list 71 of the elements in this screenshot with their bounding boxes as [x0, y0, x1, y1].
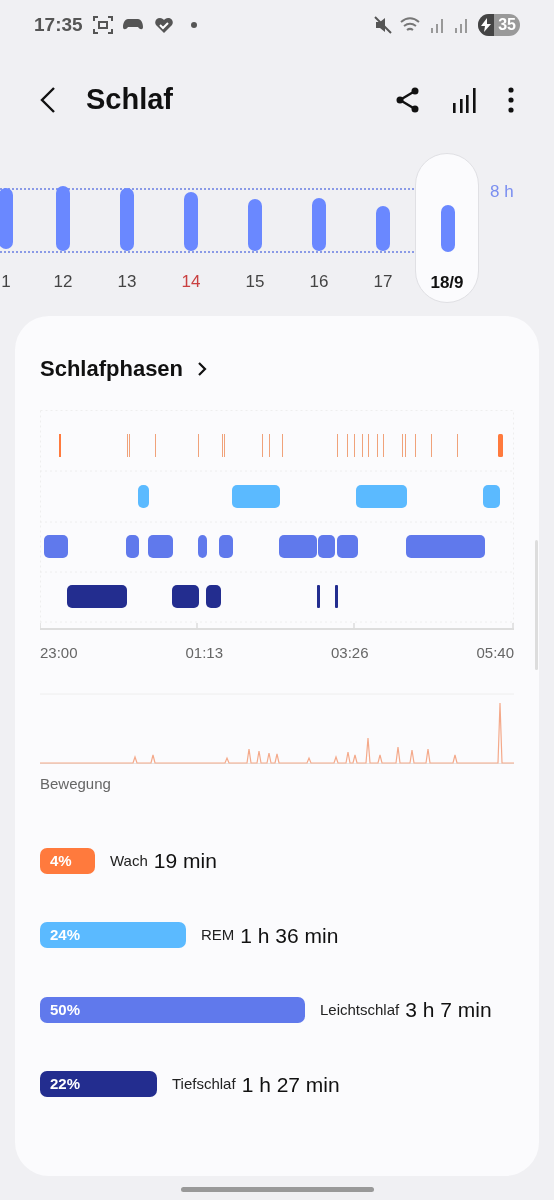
- stage-share-bar: 22%: [40, 1071, 157, 1098]
- day-column[interactable]: 16: [287, 153, 351, 303]
- share-icon: [396, 87, 420, 113]
- day-column[interactable]: 13: [95, 153, 159, 303]
- sleep-stage-segment: [148, 535, 173, 558]
- stage-name: REM: [201, 925, 235, 945]
- day-label: 13: [116, 271, 138, 293]
- day-label: 17: [372, 271, 394, 293]
- sleep-stage-segment: [219, 535, 233, 558]
- mute-icon: [374, 16, 393, 34]
- heart-check-icon: [154, 17, 173, 33]
- time-label: 03:26: [330, 643, 369, 663]
- statistics-button[interactable]: [452, 87, 476, 113]
- screenshot-icon: [92, 16, 113, 34]
- sleep-stage-segment: [206, 585, 221, 608]
- sleep-duration-bar: [56, 186, 70, 251]
- stage-name: Wach: [110, 850, 148, 871]
- stage-share-bar: 4%: [40, 847, 95, 874]
- sleep-duration-bar: [441, 205, 455, 252]
- stage-duration: 1 h 27 min: [241, 1071, 340, 1098]
- sleep-stage-segment: [67, 585, 127, 608]
- sleep-stage-segment: [317, 585, 320, 608]
- stage-share-bar: 50%: [40, 996, 305, 1023]
- time-label: 05:40: [476, 643, 514, 663]
- bar-chart-icon: [452, 87, 476, 113]
- day-label: 14: [180, 271, 202, 293]
- chevron-right-icon: [197, 360, 208, 377]
- day-column[interactable]: 15: [223, 153, 287, 303]
- day-label: 16: [308, 271, 330, 293]
- sleep-stage-segment: [356, 485, 407, 508]
- day-label: 1: [0, 271, 12, 293]
- stage-duration: 19 min: [153, 848, 217, 874]
- day-label: 15: [244, 271, 266, 293]
- sleep-stage-segment: [337, 535, 358, 558]
- share-button[interactable]: [396, 87, 420, 113]
- sleep-stage-segment: [198, 535, 207, 558]
- back-icon: [40, 86, 56, 114]
- status-time: 17:35: [34, 12, 83, 37]
- charging-icon: [481, 18, 492, 32]
- battery-level: 35: [497, 15, 517, 35]
- stage-duration: 1 h 36 min: [240, 922, 339, 949]
- day-column[interactable]: 14: [159, 153, 223, 303]
- sleep-stage-segment: [44, 535, 68, 558]
- sleep-duration-bar: [248, 199, 262, 251]
- stage-name: Leichtschlaf: [320, 999, 400, 1020]
- sleep-stage-segment: [335, 585, 338, 608]
- more-button[interactable]: [508, 87, 514, 113]
- sleep-stages-link[interactable]: Schlafphasen: [40, 352, 208, 385]
- sleep-stage-segment: [126, 535, 139, 558]
- sleep-duration-bar: [120, 188, 134, 251]
- movement-label: Bewegung: [40, 773, 112, 794]
- sleep-stage-segment: [138, 485, 149, 508]
- time-label: 23:00: [40, 643, 78, 663]
- time-label: 01:13: [185, 643, 224, 663]
- sleep-duration-bar: [184, 192, 198, 251]
- page-title: Schlaf: [86, 82, 174, 118]
- stage-duration: 3 h 7 min: [405, 997, 492, 1023]
- sleep-stage-segment: [172, 585, 199, 608]
- day-label: 12: [52, 271, 74, 293]
- day-column[interactable]: 17: [351, 153, 415, 303]
- stage-name: Tiefschlaf: [172, 1074, 236, 1094]
- more-icon: [508, 87, 514, 113]
- stage-share-bar: 24%: [40, 922, 186, 949]
- sleep-duration-bar: [0, 188, 13, 249]
- sleep-duration-bar: [312, 198, 326, 251]
- reference-label: 8 h: [490, 181, 514, 203]
- day-label: 18/9: [429, 272, 465, 294]
- sleep-stage-segment: [483, 485, 500, 508]
- day-column[interactable]: 18/9: [415, 153, 479, 303]
- sleep-stage-segment: [232, 485, 280, 508]
- sleep-duration-bar: [376, 206, 390, 251]
